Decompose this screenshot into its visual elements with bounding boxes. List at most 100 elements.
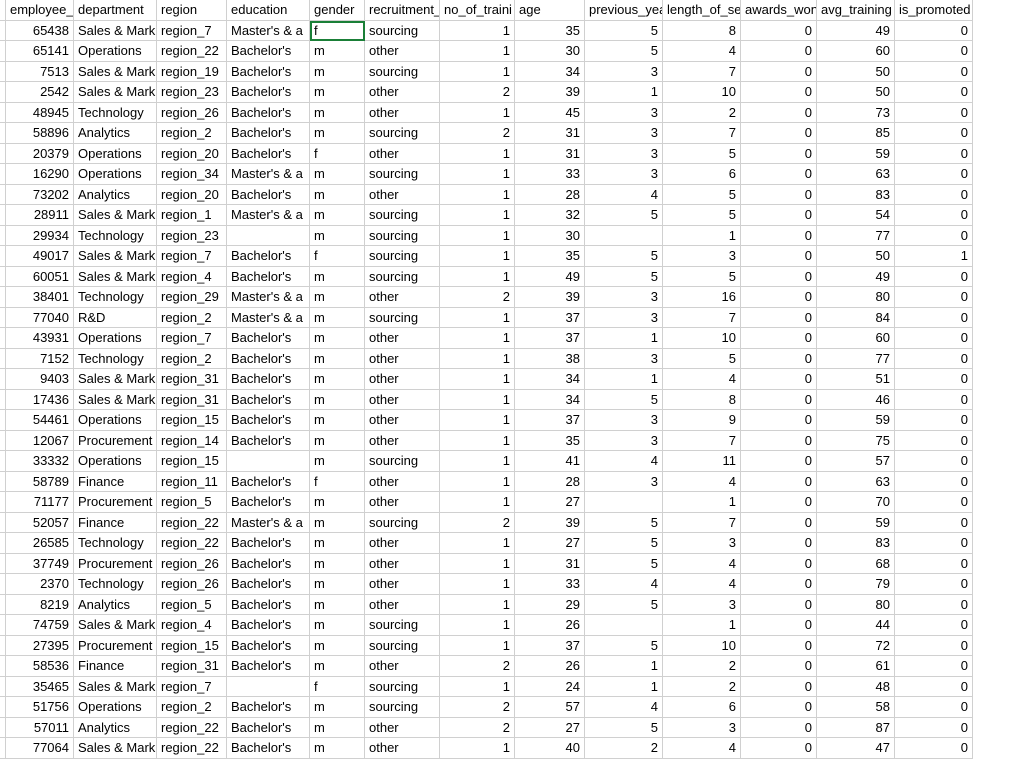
cell[interactable]: Master's & a [227, 164, 310, 185]
cell[interactable]: 59 [817, 410, 895, 431]
cell[interactable]: Operations [74, 697, 157, 718]
cell[interactable]: 28 [515, 472, 585, 493]
column-header[interactable]: employee_id [6, 0, 74, 21]
cell[interactable]: Bachelor's [227, 492, 310, 513]
cell[interactable]: Bachelor's [227, 185, 310, 206]
cell[interactable]: 1 [663, 615, 741, 636]
cell[interactable]: 2 [440, 656, 515, 677]
cell[interactable]: other [365, 574, 440, 595]
cell[interactable]: 73 [817, 103, 895, 124]
cell[interactable]: 4 [663, 554, 741, 575]
column-header[interactable]: is_promoted [895, 0, 973, 21]
cell[interactable]: 2542 [6, 82, 74, 103]
cell[interactable]: 1 [440, 328, 515, 349]
cell[interactable]: 7 [663, 308, 741, 329]
cell[interactable]: 2370 [6, 574, 74, 595]
cell[interactable]: 60 [817, 328, 895, 349]
cell[interactable]: 17436 [6, 390, 74, 411]
cell[interactable]: 1 [440, 492, 515, 513]
cell[interactable]: 31 [515, 123, 585, 144]
cell[interactable]: 9403 [6, 369, 74, 390]
cell[interactable]: other [365, 369, 440, 390]
cell[interactable]: 1 [585, 369, 663, 390]
cell[interactable]: 2 [440, 82, 515, 103]
cell[interactable]: Technology [74, 349, 157, 370]
cell[interactable]: 0 [895, 164, 973, 185]
cell[interactable]: region_20 [157, 144, 227, 165]
cell[interactable]: sourcing [365, 615, 440, 636]
cell[interactable]: 33 [515, 164, 585, 185]
cell[interactable]: 5 [663, 267, 741, 288]
cell[interactable]: Sales & Mark [74, 267, 157, 288]
cell[interactable]: sourcing [365, 226, 440, 247]
cell[interactable]: 0 [895, 267, 973, 288]
cell[interactable]: 1 [440, 595, 515, 616]
cell[interactable]: Bachelor's [227, 574, 310, 595]
cell[interactable]: other [365, 103, 440, 124]
cell[interactable]: 0 [895, 431, 973, 452]
cell[interactable]: 2 [440, 123, 515, 144]
cell[interactable]: 0 [741, 533, 817, 554]
column-header[interactable]: recruitment_ [365, 0, 440, 21]
cell[interactable]: 4 [663, 574, 741, 595]
cell[interactable]: 4 [663, 41, 741, 62]
cell[interactable]: 1 [440, 615, 515, 636]
cell[interactable]: 51 [817, 369, 895, 390]
cell[interactable]: 1 [440, 103, 515, 124]
cell[interactable]: 1 [440, 41, 515, 62]
cell[interactable]: Bachelor's [227, 123, 310, 144]
cell[interactable]: m [310, 390, 365, 411]
cell[interactable]: 0 [741, 390, 817, 411]
cell[interactable]: 28 [515, 185, 585, 206]
cell[interactable]: Bachelor's [227, 144, 310, 165]
cell[interactable]: Master's & a [227, 308, 310, 329]
cell[interactable]: other [365, 41, 440, 62]
cell[interactable]: 0 [895, 615, 973, 636]
cell[interactable]: region_15 [157, 410, 227, 431]
cell[interactable]: region_5 [157, 492, 227, 513]
cell[interactable]: 1 [440, 62, 515, 83]
cell[interactable]: Operations [74, 41, 157, 62]
cell[interactable]: 35 [515, 21, 585, 42]
cell[interactable]: region_2 [157, 697, 227, 718]
cell[interactable]: m [310, 636, 365, 657]
cell[interactable]: 33332 [6, 451, 74, 472]
cell[interactable]: 2 [585, 738, 663, 759]
cell[interactable]: m [310, 164, 365, 185]
cell[interactable]: 38 [515, 349, 585, 370]
cell[interactable]: Bachelor's [227, 390, 310, 411]
cell[interactable]: 7152 [6, 349, 74, 370]
cell[interactable]: other [365, 533, 440, 554]
cell[interactable]: 4 [663, 369, 741, 390]
cell[interactable]: 0 [741, 718, 817, 739]
cell[interactable]: 0 [895, 369, 973, 390]
cell[interactable] [585, 492, 663, 513]
cell[interactable]: 83 [817, 185, 895, 206]
cell[interactable] [227, 451, 310, 472]
cell[interactable]: Bachelor's [227, 472, 310, 493]
cell[interactable]: 85 [817, 123, 895, 144]
cell[interactable]: m [310, 328, 365, 349]
cell[interactable]: 1 [440, 472, 515, 493]
cell[interactable]: 5 [663, 205, 741, 226]
cell[interactable]: f [310, 144, 365, 165]
cell[interactable]: 5 [585, 636, 663, 657]
cell[interactable]: Operations [74, 328, 157, 349]
cell[interactable]: other [365, 472, 440, 493]
cell[interactable]: 1 [585, 677, 663, 698]
cell[interactable]: m [310, 615, 365, 636]
cell[interactable]: f [310, 246, 365, 267]
cell[interactable]: 58536 [6, 656, 74, 677]
cell[interactable]: 5 [663, 144, 741, 165]
cell[interactable]: m [310, 82, 365, 103]
cell[interactable]: other [365, 82, 440, 103]
cell[interactable]: 1 [440, 574, 515, 595]
cell[interactable]: 1 [440, 554, 515, 575]
column-header[interactable]: age [515, 0, 585, 21]
cell[interactable]: Master's & a [227, 21, 310, 42]
cell[interactable]: 51756 [6, 697, 74, 718]
cell[interactable]: 0 [895, 492, 973, 513]
cell[interactable]: 29 [515, 595, 585, 616]
cell[interactable]: 1 [585, 82, 663, 103]
cell[interactable]: m [310, 185, 365, 206]
